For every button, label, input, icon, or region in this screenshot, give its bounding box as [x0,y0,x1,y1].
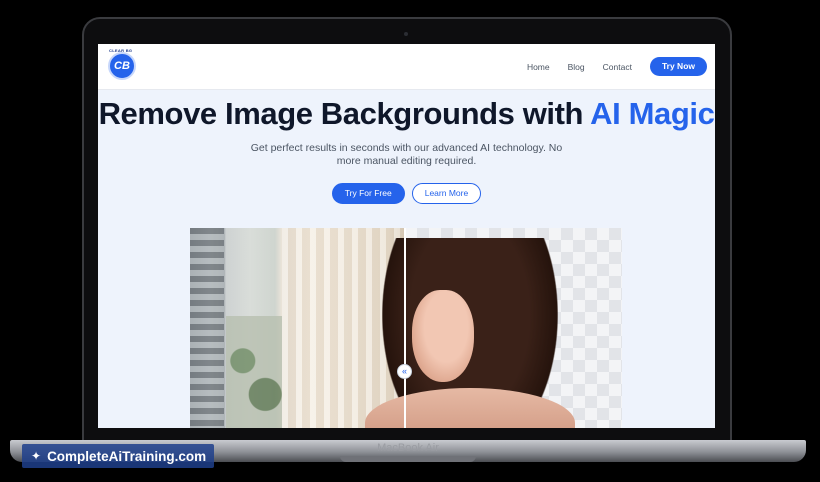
sparkle-icon: ✦ [31,449,42,463]
subject-face [412,290,474,382]
before-after-comparison: « [190,228,622,428]
hero-title: Remove Image Backgrounds with AI Magic [98,96,715,132]
website-screen: CLEAR BG CB Home Blog Contact Try Now Re… [98,44,715,428]
logo-initials: CB [114,60,130,72]
background-building [190,228,224,428]
site-logo[interactable]: CB [108,52,136,80]
device-label: MacBook Air [377,442,439,454]
try-now-button[interactable]: Try Now [649,57,707,76]
watermark: ✦ CompleteAiTraining.com [22,444,215,468]
hero-subtitle: Get perfect results in seconds with our … [250,142,563,167]
nav-link-home[interactable]: Home [527,62,550,72]
hero-title-main: Remove Image Backgrounds with [98,96,591,131]
original-image-side [190,228,405,428]
camera-dot [404,32,408,36]
background-trees [226,316,282,428]
nav-links: Home Blog Contact Try Now [527,57,707,76]
navbar: CLEAR BG CB Home Blog Contact Try Now [98,44,715,90]
hero-title-accent: AI Magic [590,96,715,131]
hero-cta-row: Try For Free Learn More [98,183,715,204]
nav-link-blog[interactable]: Blog [568,62,585,72]
comparison-divider[interactable] [404,228,406,428]
try-for-free-button[interactable]: Try For Free [331,183,405,204]
comparison-slider-handle[interactable]: « [397,364,412,379]
nav-link-contact[interactable]: Contact [603,62,632,72]
learn-more-button[interactable]: Learn More [411,183,482,204]
laptop-notch [340,456,476,462]
watermark-text: CompleteAiTraining.com [47,448,207,464]
